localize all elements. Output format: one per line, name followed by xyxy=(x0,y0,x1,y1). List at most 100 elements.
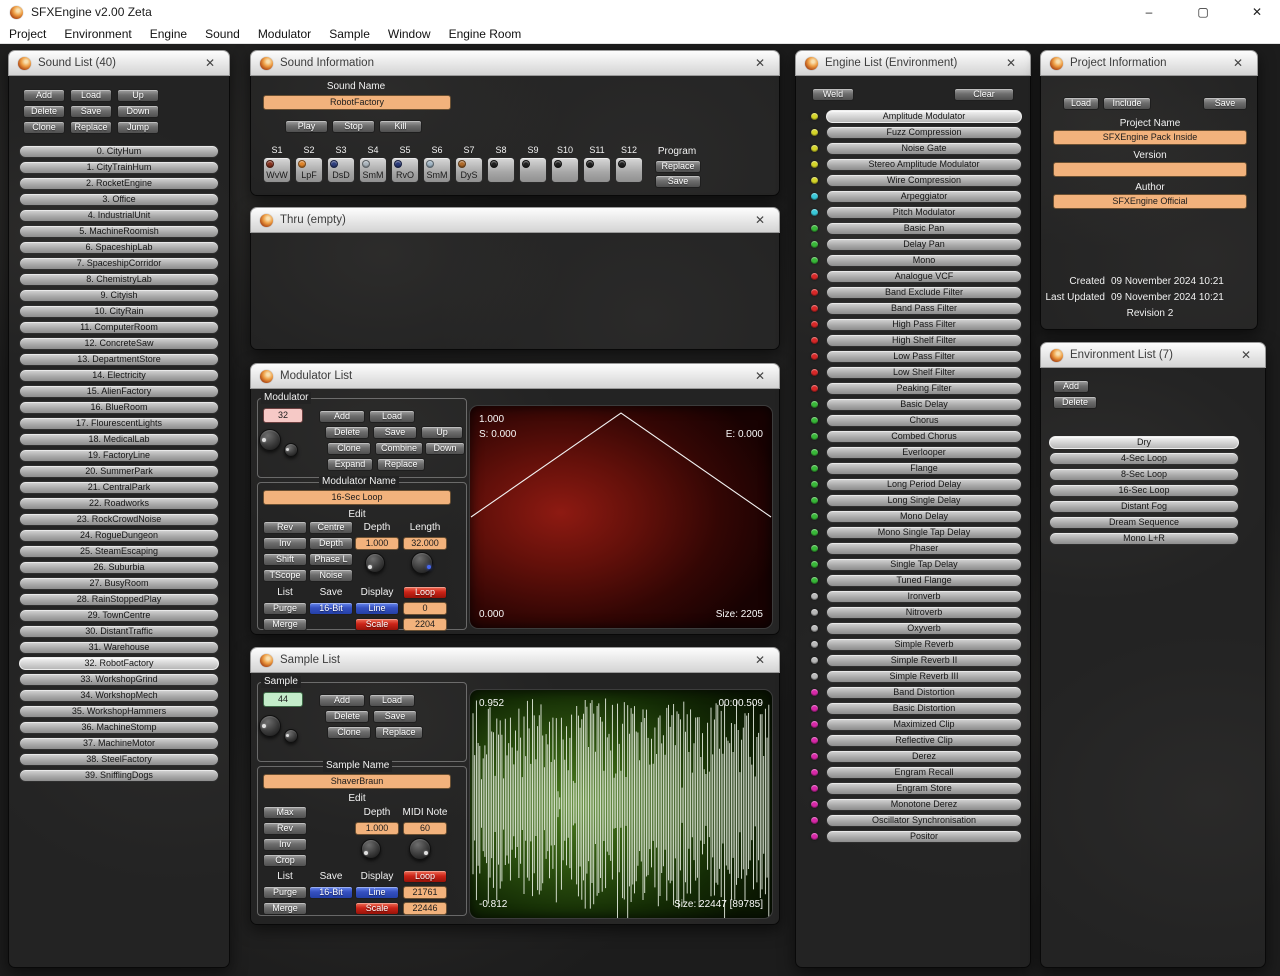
menu-item[interactable]: Project xyxy=(0,27,55,41)
clear-button[interactable]: Clear xyxy=(954,88,1014,101)
engine-list-item[interactable]: Fuzz Compression xyxy=(804,126,1022,139)
engine-list-item[interactable]: Band Distortion xyxy=(804,686,1022,699)
sound-list-item[interactable]: 11. ComputerRoom xyxy=(19,321,219,334)
modulator-depth-button[interactable]: Depth xyxy=(309,537,353,550)
sound-list-button[interactable]: Replace xyxy=(70,121,112,134)
sound-list-item[interactable]: 22. Roadworks xyxy=(19,497,219,510)
sound-list-button[interactable]: Clone xyxy=(23,121,65,134)
window-titlebar[interactable]: SFXEngine v2.00 Zeta – ▢ ✕ xyxy=(0,0,1280,24)
transport-button[interactable]: Play xyxy=(285,120,328,133)
modulator-knob-1[interactable] xyxy=(259,429,281,451)
menu-item[interactable]: Environment xyxy=(55,27,140,41)
sample-knob-2[interactable] xyxy=(284,729,298,743)
sound-list-item[interactable]: 29. TownCentre xyxy=(19,609,219,622)
engine-list-item[interactable]: Low Pass Filter xyxy=(804,350,1022,363)
engine-list-item[interactable]: Nitroverb xyxy=(804,606,1022,619)
environment-list-titlebar[interactable]: Environment List (7) ✕ xyxy=(1040,342,1266,368)
modulator-display[interactable]: 1.000 S: 0.000 E: 0.000 0.000 Size: 2205 xyxy=(469,405,773,629)
modulator-noise-button[interactable]: Noise xyxy=(309,569,353,582)
engine-list-item[interactable]: Positor xyxy=(804,830,1022,843)
modulator-scale-button[interactable]: Scale xyxy=(355,618,399,631)
engine-list-item[interactable]: Noise Gate xyxy=(804,142,1022,155)
engine-list-item[interactable]: Derez xyxy=(804,750,1022,763)
project-info-titlebar[interactable]: Project Information ✕ xyxy=(1040,50,1258,76)
sound-list-item[interactable]: 17. FlourescentLights xyxy=(19,417,219,430)
modulator-line-button[interactable]: Line xyxy=(355,602,399,615)
sound-list-item[interactable]: 4. IndustrialUnit xyxy=(19,209,219,222)
slot-box[interactable] xyxy=(583,157,611,183)
sound-list-item[interactable]: 20. SummerPark xyxy=(19,465,219,478)
sound-list-item[interactable]: 5. MachineRoomish xyxy=(19,225,219,238)
close-icon[interactable]: ✕ xyxy=(1001,55,1021,71)
environment-list-item[interactable]: Mono L+R xyxy=(1049,532,1239,545)
sound-list-button[interactable]: Load xyxy=(70,89,112,102)
sound-list-item[interactable]: 10. CityRain xyxy=(19,305,219,318)
slot-box[interactable]: DsD xyxy=(327,157,355,183)
sound-list-item[interactable]: 24. RogueDungeon xyxy=(19,529,219,542)
sound-list-button[interactable]: Add xyxy=(23,89,65,102)
sample-rev-button[interactable]: Rev xyxy=(263,822,307,835)
engine-list-item[interactable]: Long Period Delay xyxy=(804,478,1022,491)
sound-list-item[interactable]: 13. DepartmentStore xyxy=(19,353,219,366)
engine-list-item[interactable]: Wire Compression xyxy=(804,174,1022,187)
modulator-up-button[interactable]: Up xyxy=(421,426,463,439)
slot-box[interactable] xyxy=(519,157,547,183)
sample-add-button[interactable]: Add xyxy=(319,694,365,707)
sound-list-button[interactable]: Up xyxy=(117,89,159,102)
engine-list-item[interactable]: Ironverb xyxy=(804,590,1022,603)
modulator-merge-button[interactable]: Merge xyxy=(263,618,307,631)
close-icon[interactable]: ✕ xyxy=(750,212,770,228)
sound-list-item[interactable]: 25. SteamEscaping xyxy=(19,545,219,558)
modulator-16bit-button[interactable]: 16-Bit xyxy=(309,602,353,615)
engine-list-item[interactable]: Single Tap Delay xyxy=(804,558,1022,571)
engine-list-item[interactable]: Tuned Flange xyxy=(804,574,1022,587)
sample-16bit-button[interactable]: 16-Bit xyxy=(309,886,353,899)
sample-loop-button[interactable]: Loop xyxy=(403,870,447,883)
engine-list-item[interactable]: Combed Chorus xyxy=(804,430,1022,443)
close-icon[interactable]: ✕ xyxy=(750,55,770,71)
engine-list-titlebar[interactable]: Engine List (Environment) ✕ xyxy=(795,50,1031,76)
sample-line-button[interactable]: Line xyxy=(355,886,399,899)
close-icon[interactable]: ✕ xyxy=(750,652,770,668)
sample-crop-button[interactable]: Crop xyxy=(263,854,307,867)
sound-list-item[interactable]: 14. Electricity xyxy=(19,369,219,382)
menu-item[interactable]: Sample xyxy=(320,27,379,41)
engine-list-item[interactable]: Band Pass Filter xyxy=(804,302,1022,315)
sound-list-button[interactable]: Delete xyxy=(23,105,65,118)
environment-list-item[interactable]: 8-Sec Loop xyxy=(1049,468,1239,481)
close-icon[interactable]: ✕ xyxy=(1228,55,1248,71)
sample-loop-start-field[interactable]: 21761 xyxy=(403,886,447,899)
sound-list-item[interactable]: 34. WorkshopMech xyxy=(19,689,219,702)
slot-box[interactable]: RvO xyxy=(391,157,419,183)
sample-save-button[interactable]: Save xyxy=(373,710,417,723)
close-icon[interactable]: ✕ xyxy=(200,55,220,71)
engine-list-item[interactable]: Maximized Clip xyxy=(804,718,1022,731)
program-replace-button[interactable]: Replace xyxy=(655,160,701,173)
slot-box[interactable] xyxy=(615,157,643,183)
sample-load-button[interactable]: Load xyxy=(369,694,415,707)
sample-index-field[interactable]: 44 xyxy=(263,692,303,707)
sound-list-item[interactable]: 2. RocketEngine xyxy=(19,177,219,190)
slot-box[interactable]: WvW xyxy=(263,157,291,183)
project-name-field[interactable]: SFXEngine Pack Inside xyxy=(1053,130,1247,145)
minimize-icon[interactable]: – xyxy=(1126,0,1172,24)
sample-midi-field[interactable]: 60 xyxy=(403,822,447,835)
engine-list-item[interactable]: Oscillator Synchronisation xyxy=(804,814,1022,827)
modulator-replace-button[interactable]: Replace xyxy=(377,458,425,471)
slot-box[interactable]: SmM xyxy=(423,157,451,183)
sound-list-item[interactable]: 19. FactoryLine xyxy=(19,449,219,462)
engine-list-item[interactable]: Simple Reverb xyxy=(804,638,1022,651)
sound-list-item[interactable]: 32. RobotFactory xyxy=(19,657,219,670)
engine-list-item[interactable]: Flange xyxy=(804,462,1022,475)
sample-delete-button[interactable]: Delete xyxy=(325,710,369,723)
engine-list-item[interactable]: Simple Reverb III xyxy=(804,670,1022,683)
sound-list-item[interactable]: 16. BlueRoom xyxy=(19,401,219,414)
project-save-button[interactable]: Save xyxy=(1203,97,1247,110)
sound-name-field[interactable]: RobotFactory xyxy=(263,95,451,110)
engine-list-item[interactable]: Peaking Filter xyxy=(804,382,1022,395)
modulator-shift-button[interactable]: Shift xyxy=(263,553,307,566)
engine-list-item[interactable]: Basic Delay xyxy=(804,398,1022,411)
sound-list-item[interactable]: 30. DistantTraffic xyxy=(19,625,219,638)
sample-merge-button[interactable]: Merge xyxy=(263,902,307,915)
modulator-combine-button[interactable]: Combine xyxy=(375,442,423,455)
